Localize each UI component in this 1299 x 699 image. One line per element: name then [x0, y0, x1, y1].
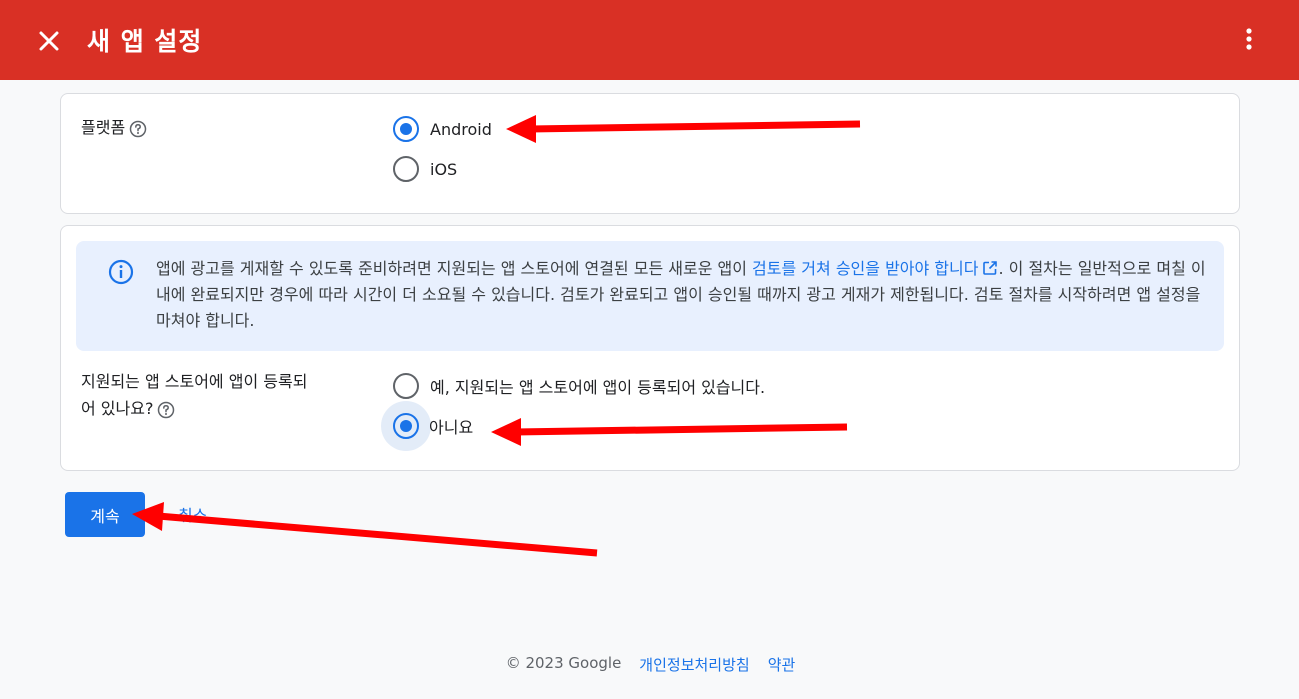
- open-in-new-icon[interactable]: [982, 260, 998, 276]
- review-approval-link[interactable]: 검토를 거쳐 승인을 받아야 합니다: [752, 259, 998, 278]
- radio-button[interactable]: [393, 373, 419, 399]
- page-title: 새 앱 설정: [87, 27, 203, 56]
- radio-button[interactable]: [393, 116, 419, 142]
- info-text-before: 앱에 광고를 게재할 수 있도록 준비하려면 지원되는 앱 스토어에 연결된 모…: [156, 259, 753, 278]
- review-info-box: 앱에 광고를 게재할 수 있도록 준비하려면 지원되는 앱 스토어에 연결된 모…: [76, 241, 1224, 351]
- help-icon[interactable]: [157, 401, 175, 419]
- terms-link[interactable]: 약관: [768, 654, 796, 675]
- radio-ios[interactable]: iOS: [393, 156, 457, 182]
- top-app-bar: 새 앱 설정: [0, 0, 1299, 80]
- radio-button[interactable]: [393, 156, 419, 182]
- footer: © 2023 Google 개인정보처리방침 약관: [0, 654, 1299, 675]
- continue-button[interactable]: 계속: [65, 492, 145, 537]
- close-icon[interactable]: [36, 28, 62, 54]
- store-label-line2-row: 어 있나요?: [81, 396, 371, 422]
- radio-label-android: Android: [430, 119, 492, 139]
- privacy-link[interactable]: 개인정보처리방침: [639, 654, 749, 675]
- radio-store-yes[interactable]: 예, 지원되는 앱 스토어에 앱이 등록되어 있습니다.: [393, 373, 765, 399]
- radio-android[interactable]: Android: [393, 116, 492, 142]
- cancel-button[interactable]: 취소: [178, 502, 207, 526]
- info-icon: [108, 259, 134, 285]
- info-text: 앱에 광고를 게재할 수 있도록 준비하려면 지원되는 앱 스토어에 연결된 모…: [156, 256, 1206, 334]
- radio-button[interactable]: [393, 413, 419, 439]
- help-icon[interactable]: [129, 120, 147, 138]
- review-approval-link-text[interactable]: 검토를 거쳐 승인을 받아야 합니다: [752, 259, 978, 278]
- store-field-label: 지원되는 앱 스토어에 앱이 등록되 어 있나요?: [81, 369, 371, 422]
- store-label-line1: 지원되는 앱 스토어에 앱이 등록되: [81, 372, 308, 391]
- platform-field-label: 플랫폼: [81, 115, 147, 141]
- platform-label: 플랫폼: [81, 118, 126, 137]
- radio-label-yes: 예, 지원되는 앱 스토어에 앱이 등록되어 있습니다.: [430, 378, 766, 397]
- radio-label-ios: iOS: [430, 159, 458, 179]
- radio-store-no[interactable]: 아니요: [393, 413, 473, 439]
- more-vert-icon[interactable]: [1236, 26, 1262, 52]
- store-label-line2: 어 있나요?: [81, 399, 154, 418]
- radio-label-no: 아니요: [429, 418, 474, 437]
- platform-card: [60, 93, 1240, 214]
- copyright: © 2023 Google: [505, 654, 622, 672]
